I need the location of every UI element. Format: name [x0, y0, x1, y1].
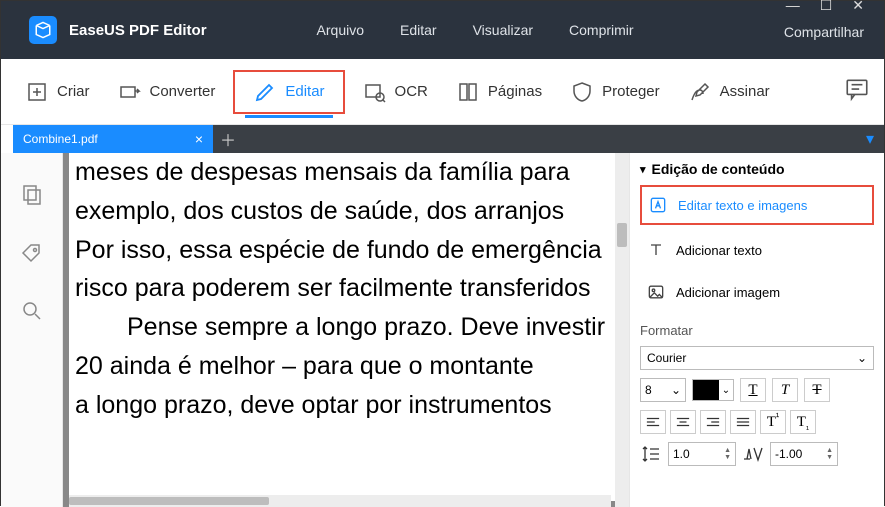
main-area: meses de despesas mensais da família par… — [1, 153, 884, 507]
doc-line: Por isso, essa espécie de fundo de emerg… — [75, 231, 617, 270]
tab-dropdown-icon[interactable]: ▾ — [856, 125, 884, 153]
chevron-down-icon: ⌄ — [857, 351, 867, 365]
font-family-select[interactable]: Courier ⌄ — [640, 346, 874, 370]
criar-button[interactable]: Criar — [15, 74, 100, 110]
ocr-label: OCR — [395, 83, 428, 100]
doc-line: exemplo, dos custos de saúde, dos arranj… — [75, 192, 617, 231]
menu-visualizar[interactable]: Visualizar — [473, 22, 533, 38]
right-panel: ▾ Edição de conteúdo Editar texto e imag… — [629, 153, 884, 507]
menu-compartilhar[interactable]: Compartilhar — [784, 24, 864, 40]
horizontal-scrollbar[interactable] — [69, 495, 611, 507]
line-spacing-value: 1.0 — [673, 447, 690, 461]
close-button[interactable]: ✕ — [852, 0, 864, 14]
toolbar: Criar Converter Editar OCR Páginas Prote… — [1, 59, 884, 125]
add-image-option[interactable]: Adicionar imagem — [640, 275, 874, 309]
italic-button[interactable]: T — [772, 378, 798, 402]
converter-label: Converter — [150, 83, 216, 100]
tag-icon[interactable] — [20, 241, 44, 265]
underline-button[interactable]: T — [740, 378, 766, 402]
char-spacing-value: -1.00 — [775, 447, 802, 461]
font-size-select[interactable]: 8 ⌄ — [640, 378, 686, 402]
char-spacing-input[interactable]: -1.00 ▲▼ — [770, 442, 838, 466]
align-justify-button[interactable] — [730, 410, 756, 434]
minimize-button[interactable]: — — [786, 0, 800, 13]
paginas-button[interactable]: Páginas — [446, 74, 552, 110]
search-icon[interactable] — [20, 299, 44, 323]
proteger-label: Proteger — [602, 83, 660, 100]
assinar-button[interactable]: Assinar — [678, 74, 780, 110]
menu-editar[interactable]: Editar — [400, 22, 437, 38]
doc-line: Pense sempre a longo prazo. Deve investi… — [75, 308, 617, 347]
strikethrough-button[interactable]: T — [804, 378, 830, 402]
app-name: EaseUS PDF Editor — [69, 22, 207, 39]
chevron-down-icon: ⌄ — [671, 383, 681, 397]
converter-button[interactable]: Converter — [108, 74, 226, 110]
document-viewport[interactable]: meses de despesas mensais da família par… — [63, 153, 629, 507]
line-spacing-icon — [640, 444, 662, 464]
proteger-button[interactable]: Proteger — [560, 74, 670, 110]
main-menu: Arquivo Editar Visualizar Comprimir — [317, 22, 634, 38]
font-family-value: Courier — [647, 351, 686, 365]
tab-row: Combine1.pdf × ＋ ▾ — [13, 125, 884, 153]
edit-text-images-label: Editar texto e imagens — [678, 198, 807, 213]
tab-close-icon[interactable]: × — [195, 131, 203, 147]
assinar-label: Assinar — [720, 83, 770, 100]
superscript-button[interactable]: T¹ — [760, 410, 786, 434]
doc-line: a longo prazo, deve optar por instrument… — [75, 386, 617, 425]
caret-down-icon: ▾ — [640, 163, 646, 176]
menu-comprimir[interactable]: Comprimir — [569, 22, 634, 38]
ocr-button[interactable]: OCR — [353, 74, 438, 110]
edit-text-images-option[interactable]: Editar texto e imagens — [640, 185, 874, 225]
window-controls: — ☐ ✕ — [786, 0, 864, 14]
comment-icon[interactable] — [844, 76, 870, 107]
add-text-label: Adicionar texto — [676, 243, 762, 258]
font-size-value: 8 — [645, 383, 652, 397]
align-center-button[interactable] — [670, 410, 696, 434]
menu-arquivo[interactable]: Arquivo — [317, 22, 364, 38]
panel-title[interactable]: ▾ Edição de conteúdo — [640, 161, 874, 177]
doc-line: risco para poderem ser facilmente transf… — [75, 269, 617, 308]
doc-line: meses de despesas mensais da família par… — [75, 153, 617, 192]
titlebar: EaseUS PDF Editor Arquivo Editar Visuali… — [1, 1, 884, 59]
subscript-button[interactable]: T₁ — [790, 410, 816, 434]
maximize-button[interactable]: ☐ — [820, 0, 833, 14]
align-right-button[interactable] — [700, 410, 726, 434]
doc-line: 20 ainda é melhor – para que o montante — [75, 347, 617, 386]
app-logo — [29, 16, 57, 44]
line-spacing-input[interactable]: 1.0 ▲▼ — [668, 442, 736, 466]
font-color-picker[interactable]: ⌄ — [692, 379, 734, 401]
editar-label: Editar — [285, 83, 324, 100]
align-left-button[interactable] — [640, 410, 666, 434]
char-spacing-icon — [742, 444, 764, 464]
criar-label: Criar — [57, 83, 90, 100]
formatar-label: Formatar — [640, 323, 874, 338]
paginas-label: Páginas — [488, 83, 542, 100]
tab-current[interactable]: Combine1.pdf × — [13, 125, 213, 153]
vertical-scrollbar[interactable] — [615, 153, 629, 507]
left-sidebar — [1, 153, 63, 507]
tab-label: Combine1.pdf — [23, 132, 98, 146]
document-content: meses de despesas mensais da família par… — [69, 153, 623, 501]
add-text-option[interactable]: Adicionar texto — [640, 233, 874, 267]
thumbnails-icon[interactable] — [20, 183, 44, 207]
editar-button[interactable]: Editar — [233, 70, 344, 114]
add-tab-button[interactable]: ＋ — [213, 125, 243, 153]
add-image-label: Adicionar imagem — [676, 285, 780, 300]
